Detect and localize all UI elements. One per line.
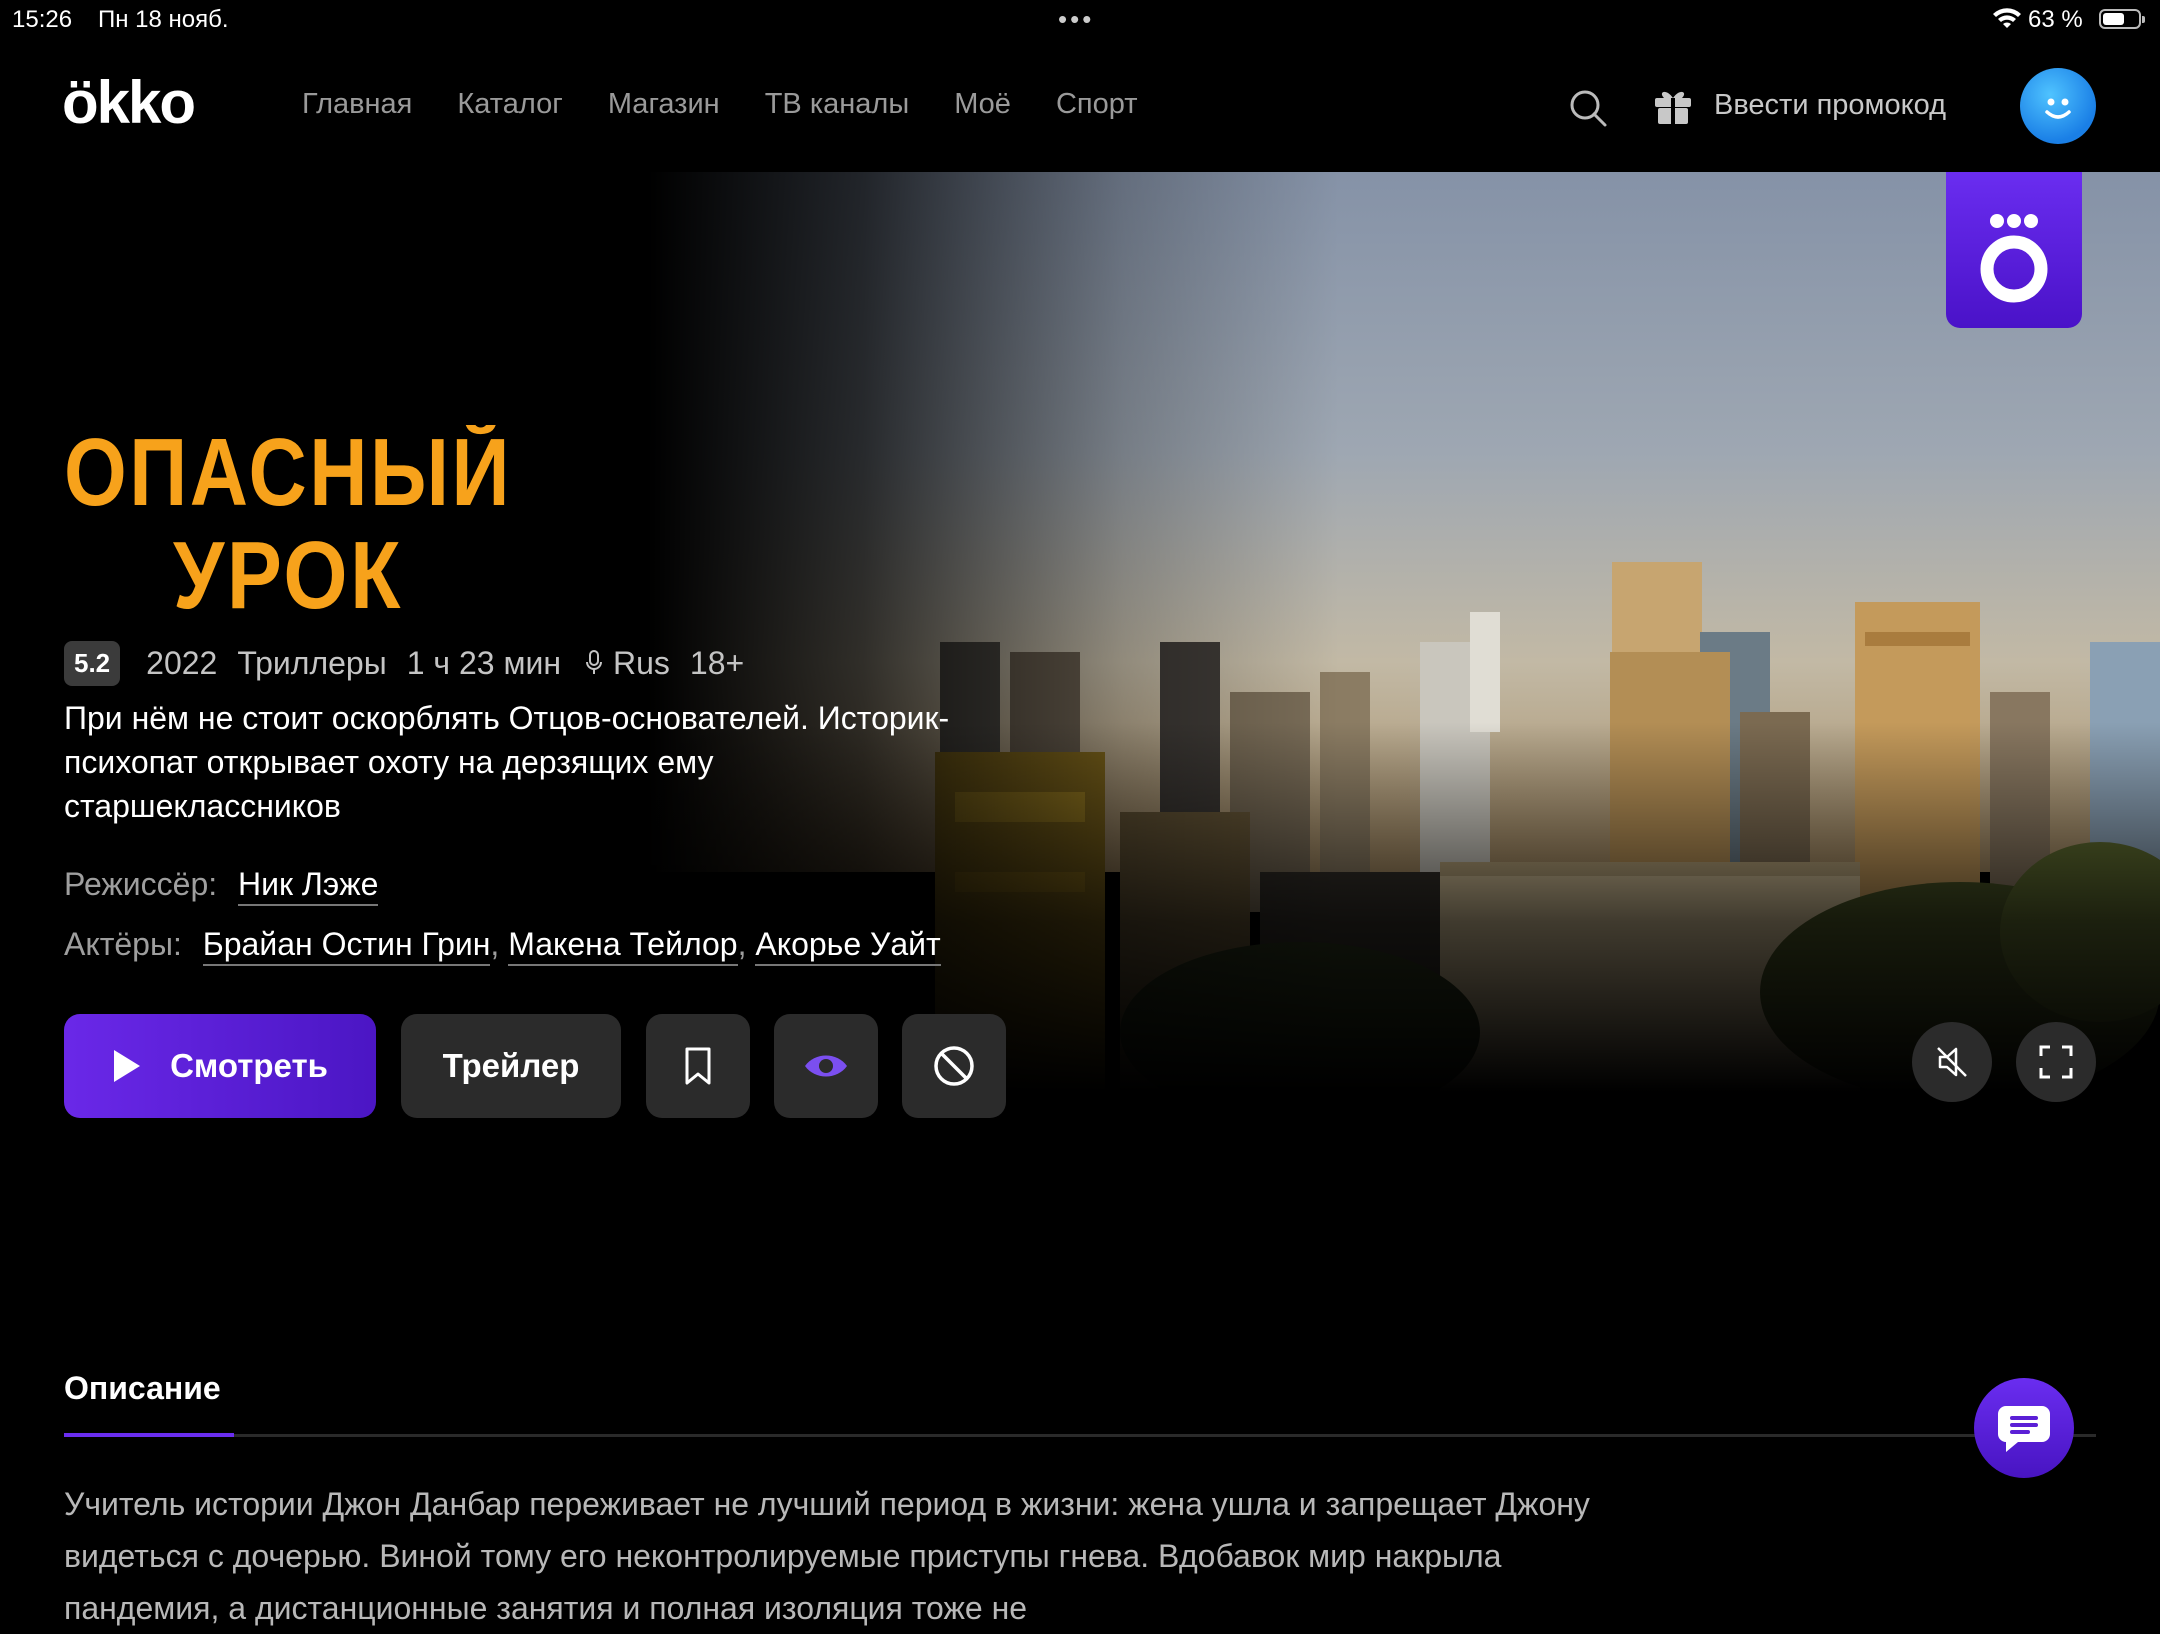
rating-badge: 5.2 xyxy=(64,640,121,686)
wifi-icon xyxy=(1993,8,2021,28)
nav-sport[interactable]: Спорт xyxy=(1056,88,1138,121)
trailer-label: Трейлер xyxy=(442,1047,580,1084)
actors-label: Актёры: xyxy=(64,926,182,962)
microphone-icon xyxy=(585,650,602,674)
okko-o-icon xyxy=(1980,214,2048,303)
play-icon xyxy=(114,1050,141,1082)
battery-icon xyxy=(2099,9,2145,29)
eye-icon xyxy=(805,1055,847,1077)
title-line1: ОПАСНЫЙ xyxy=(64,425,512,526)
search-icon[interactable] xyxy=(1568,88,1608,128)
sound-off-icon xyxy=(1937,1047,1967,1077)
status-bar: 15:26 Пн 18 нояб. ••• 63 % xyxy=(0,0,2160,40)
movie-tagline: При нём не стоит оскорблять Отцов-основа… xyxy=(64,700,950,824)
okko-logo[interactable]: ökko xyxy=(62,68,196,137)
director-link[interactable]: Ник Лэже xyxy=(238,866,379,906)
nav-home[interactable]: Главная xyxy=(302,88,412,121)
not-interested-button[interactable] xyxy=(902,1014,1006,1118)
nav-my[interactable]: Моё xyxy=(954,88,1011,121)
smiley-icon xyxy=(2045,98,2071,119)
bookmark-icon xyxy=(685,1047,711,1085)
fullscreen-button[interactable] xyxy=(2016,1022,2096,1102)
actor-link[interactable]: Макена Тейлор xyxy=(508,926,738,966)
promo-code-button[interactable]: Ввести промокод xyxy=(1652,84,1946,126)
status-date: Пн 18 нояб. xyxy=(98,6,229,33)
movie-meta: 5.2 2022 Триллеры 1 ч 23 мин Rus 18+ xyxy=(64,640,744,686)
director-label: Режиссёр: xyxy=(64,866,218,902)
tab-active-indicator xyxy=(64,1433,234,1437)
chat-icon xyxy=(1998,1406,2050,1452)
battery-percent: 63 % xyxy=(2028,6,2083,33)
release-year: 2022 xyxy=(146,644,218,681)
actor-link[interactable]: Акорье Уайт xyxy=(755,926,941,966)
main-nav: Главная Каталог Магазин ТВ каналы Моё Сп… xyxy=(302,88,1183,121)
movie-title-logo: ОПАСНЫЙ УРОК xyxy=(64,425,512,625)
status-time: 15:26 xyxy=(12,6,73,33)
mute-button[interactable] xyxy=(1912,1022,1992,1102)
profile-avatar[interactable] xyxy=(2020,68,2096,144)
fullscreen-icon xyxy=(2039,1045,2073,1079)
nav-tv-channels[interactable]: ТВ каналы xyxy=(765,88,909,121)
description-text: Учитель истории Джон Данбар переживает н… xyxy=(64,1486,1590,1626)
director-row: Режиссёр: Ник Лэже xyxy=(64,866,379,906)
audio-language: Rus xyxy=(612,644,670,681)
watch-label: Смотреть xyxy=(170,1047,328,1084)
bookmark-button[interactable] xyxy=(646,1014,750,1118)
duration: 1 ч 23 мин xyxy=(406,644,561,681)
actor-separator: , xyxy=(737,926,756,962)
nav-store[interactable]: Магазин xyxy=(608,88,720,121)
multitasking-dots[interactable]: ••• xyxy=(1058,4,1094,35)
block-icon xyxy=(934,1046,974,1086)
title-line2: УРОК xyxy=(173,522,403,625)
top-navbar: ökko Главная Каталог Магазин ТВ каналы М… xyxy=(0,40,2160,172)
watch-button[interactable]: Смотреть xyxy=(64,1014,376,1118)
support-chat-button[interactable] xyxy=(1974,1378,2074,1478)
promo-code-label: Ввести промокод xyxy=(1714,88,1947,121)
gift-icon xyxy=(1655,91,1691,124)
age-rating: 18+ xyxy=(689,644,745,681)
trailer-button[interactable]: Трейлер xyxy=(401,1014,621,1118)
watched-button[interactable] xyxy=(774,1014,878,1118)
tab-description[interactable]: Описание xyxy=(64,1370,221,1407)
nav-catalog[interactable]: Каталог xyxy=(457,88,562,121)
okko-original-badge xyxy=(1946,172,2082,328)
actor-separator: , xyxy=(490,926,509,962)
actors-row: Актёры: Брайан Остин Грин, Макена Тейлор… xyxy=(64,926,941,966)
genre: Триллеры xyxy=(237,644,387,681)
actor-link[interactable]: Брайан Остин Грин xyxy=(202,926,491,966)
tab-divider xyxy=(64,1434,2096,1437)
